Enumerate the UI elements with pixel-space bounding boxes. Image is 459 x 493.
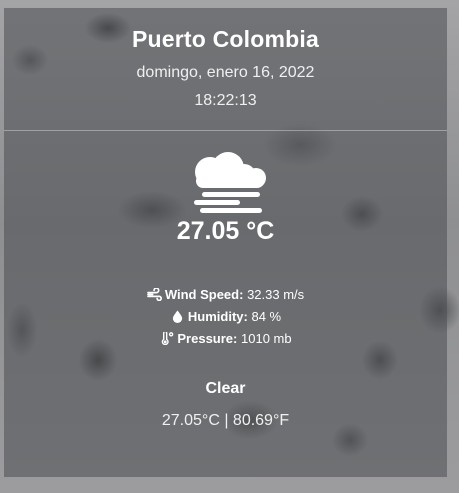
humidity-row: Humidity: 84 % — [4, 306, 447, 328]
weather-card: Puerto Colombia domingo, enero 16, 2022 … — [4, 8, 447, 477]
droplet-icon — [172, 310, 183, 323]
wind-speed-row: Wind Speed: 32.33 m/s — [4, 284, 447, 306]
fog-cloud-icon — [194, 152, 266, 213]
city-name: Puerto Colombia — [131, 26, 319, 52]
wind-icon — [146, 288, 162, 301]
divider — [4, 130, 447, 131]
temperature: 27.05 °C — [176, 217, 275, 245]
humidity-label: Humidity: — [187, 309, 248, 324]
wind-speed-value: 32.33 m/s — [247, 287, 305, 302]
current-time: 18:22:13 — [194, 92, 257, 109]
current-date: domingo, enero 16, 2022 — [136, 64, 315, 81]
wind-speed-label: Wind Speed: — [164, 287, 244, 302]
humidity-value: 84 % — [251, 309, 282, 324]
temperature-celsius-fahrenheit: 27.05°C | 80.69°F — [161, 412, 290, 429]
pressure-row: Pressure: 1010 mb — [4, 328, 447, 350]
pressure-value: 1010 mb — [241, 331, 292, 346]
weather-details: Wind Speed: 32.33 m/s Humidity: 84 % Pre… — [4, 284, 447, 350]
thermometer-icon — [162, 332, 174, 345]
weather-condition: Clear — [205, 380, 246, 397]
pressure-label: Pressure: — [177, 331, 238, 346]
